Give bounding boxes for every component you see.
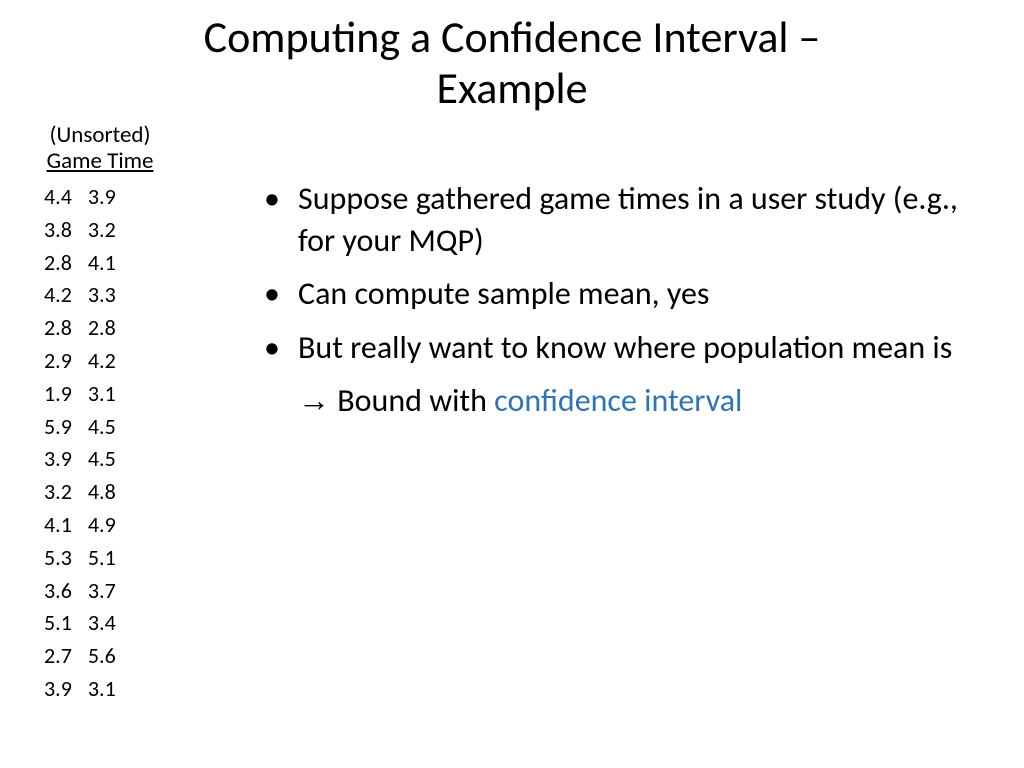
table-row: 3.94.5 (44, 444, 130, 475)
table-cell: 2.8 (44, 313, 86, 344)
table-row: 5.35.1 (44, 543, 130, 574)
bullet-3: But really want to know where population… (250, 327, 980, 369)
table-cell: 4.1 (88, 248, 130, 279)
arrow-line: → Bound with confidence interval (250, 380, 980, 422)
title-line1: Computing a Confidence Interval – (204, 10, 821, 64)
table-header-line2: Game Time (35, 148, 165, 174)
table-row: 2.84.1 (44, 248, 130, 279)
table-cell: 3.9 (44, 674, 86, 705)
table-header-line1: (Unsorted) (35, 122, 165, 148)
table-cell: 3.9 (88, 182, 130, 213)
table-cell: 2.8 (44, 248, 86, 279)
table-cell: 4.5 (88, 444, 130, 475)
slide-title: Computing a Confidence Interval – Exampl… (0, 12, 1024, 113)
table-cell: 1.9 (44, 379, 86, 410)
table-row: 3.83.2 (44, 215, 130, 246)
data-table-header: (Unsorted) Game Time (35, 122, 165, 175)
table-cell: 3.9 (44, 444, 86, 475)
table-cell: 4.9 (88, 510, 130, 541)
arrow-text: Bound with (330, 381, 494, 420)
table-cell: 3.2 (44, 477, 86, 508)
table-row: 1.93.1 (44, 379, 130, 410)
table-row: 3.63.7 (44, 576, 130, 607)
table-cell: 4.5 (88, 412, 130, 443)
table-cell: 3.6 (44, 576, 86, 607)
table-row: 3.93.1 (44, 674, 130, 705)
table-row: 2.82.8 (44, 313, 130, 344)
table-cell: 3.8 (44, 215, 86, 246)
highlight-text: confidence interval (494, 381, 742, 420)
bullet-1: Suppose gathered game times in a user st… (250, 178, 980, 261)
table-cell: 4.4 (44, 182, 86, 213)
table-cell: 5.9 (44, 412, 86, 443)
table-cell: 3.4 (88, 608, 130, 639)
table-cell: 3.1 (88, 379, 130, 410)
table-body: 4.43.93.83.22.84.14.23.32.82.82.94.21.93… (44, 182, 130, 705)
table-cell: 5.6 (88, 641, 130, 672)
table-row: 2.94.2 (44, 346, 130, 377)
table-cell: 5.3 (44, 543, 86, 574)
table-cell: 4.2 (44, 280, 86, 311)
title-line2: Example (436, 61, 587, 115)
table-cell: 3.7 (88, 576, 130, 607)
table-cell: 2.7 (44, 641, 86, 672)
game-time-table: 4.43.93.83.22.84.14.23.32.82.82.94.21.93… (42, 180, 132, 707)
table-row: 4.23.3 (44, 280, 130, 311)
table-row: 4.14.9 (44, 510, 130, 541)
table-row: 2.75.6 (44, 641, 130, 672)
table-cell: 5.1 (44, 608, 86, 639)
table-cell: 3.3 (88, 280, 130, 311)
table-cell: 5.1 (88, 543, 130, 574)
table-cell: 3.2 (88, 215, 130, 246)
table-cell: 4.8 (88, 477, 130, 508)
table-cell: 2.9 (44, 346, 86, 377)
table-row: 4.43.9 (44, 182, 130, 213)
table-row: 3.24.8 (44, 477, 130, 508)
bullet-list: Suppose gathered game times in a user st… (250, 178, 980, 434)
table-row: 5.94.5 (44, 412, 130, 443)
table-cell: 4.2 (88, 346, 130, 377)
table-cell: 4.1 (44, 510, 86, 541)
arrow-icon: → (298, 382, 330, 418)
table-cell: 3.1 (88, 674, 130, 705)
table-row: 5.13.4 (44, 608, 130, 639)
bullet-2: Can compute sample mean, yes (250, 273, 980, 315)
table-cell: 2.8 (88, 313, 130, 344)
